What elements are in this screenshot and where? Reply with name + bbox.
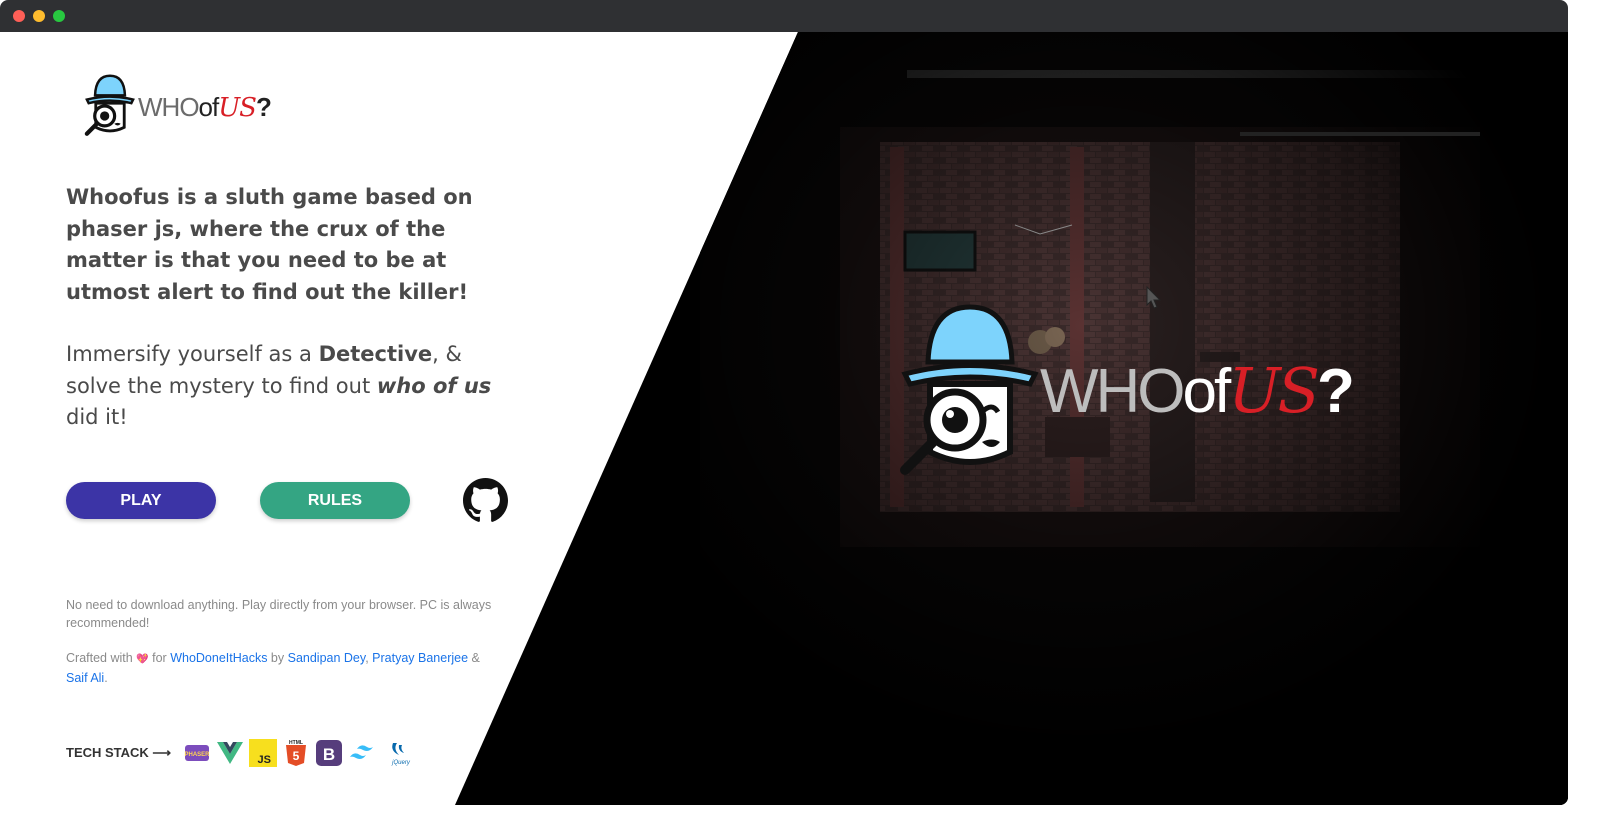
download-note: No need to download anything. Play direc… — [66, 598, 492, 630]
svg-text:5: 5 — [293, 749, 300, 763]
html5-icon: HTML 5 — [286, 740, 307, 766]
tech-stack: TECH STACK ⟶ PHASER JS HTML 5 B jQuery — [66, 739, 420, 767]
author-link-pratyay[interactable]: Pratyay Banerjee — [372, 651, 468, 665]
game-tagline: Immersify yourself as a Detective, & sol… — [66, 339, 516, 434]
jquery-icon: jQuery — [391, 743, 411, 766]
author-link-sandipan[interactable]: Sandipan Dey — [288, 651, 366, 665]
game-description: Whoofus is a sluth game based on phaser … — [66, 185, 473, 304]
credits-prefix: Crafted with — [66, 651, 133, 665]
tagline-suffix: did it! — [66, 405, 128, 429]
brand-who: WHO — [1040, 357, 1186, 426]
brand-of: of — [1182, 357, 1232, 426]
credits-end: . — [104, 671, 108, 685]
brand-question: ? — [255, 92, 272, 122]
browser-window: WHOofUS? WHOofUS? Whoofus is a sluth gam… — [0, 0, 1568, 805]
credits-amp: & — [468, 651, 480, 665]
bootstrap-text: B — [323, 745, 335, 764]
brand-who: WHO — [138, 92, 200, 122]
brand-us: US — [218, 93, 257, 123]
mouse-cursor-icon — [1146, 286, 1162, 309]
bootstrap-icon: B — [316, 740, 343, 766]
phaser-text: PHASER — [185, 752, 211, 758]
window-titlebar — [0, 0, 1568, 32]
hero-wordmark: WHOofUS? — [1040, 354, 1355, 427]
jquery-text: jQuery — [391, 760, 411, 766]
tagline-prefix: Immersify yourself as a — [66, 342, 319, 366]
heart-icon: 💖 — [136, 654, 149, 665]
tagline-who-of-us: who of us — [376, 373, 492, 398]
github-icon[interactable] — [463, 478, 508, 523]
credits-for: for — [148, 651, 171, 665]
header-wordmark: WHOofUS? — [138, 92, 272, 123]
header-logo[interactable]: WHOofUS? — [80, 74, 280, 138]
detective-mascot-icon — [900, 304, 1039, 475]
rules-button[interactable]: RULES — [260, 482, 410, 519]
detective-mascot-icon — [84, 74, 135, 136]
hero-logo: WHOofUS? — [900, 302, 1370, 482]
maximize-window-button[interactable] — [53, 10, 65, 22]
brand-of: of — [198, 92, 220, 122]
credits: Crafted with 💖 for WhoDoneItHacks by San… — [66, 649, 496, 687]
brand-us: US — [1228, 354, 1320, 427]
close-window-button[interactable] — [13, 10, 25, 22]
page-content: WHOofUS? WHOofUS? Whoofus is a sluth gam… — [0, 32, 1568, 805]
author-link-saif[interactable]: Saif Ali — [66, 671, 104, 685]
tagline-detective: Detective — [318, 342, 433, 366]
brand-question: ? — [1316, 357, 1355, 426]
play-button[interactable]: PLAY — [66, 482, 216, 519]
vue-icon — [217, 742, 244, 764]
tailwind-icon — [350, 745, 374, 759]
credits-by: by — [267, 651, 288, 665]
phaser-icon: PHASER — [185, 745, 211, 761]
js-text: JS — [258, 754, 271, 766]
event-link[interactable]: WhoDoneItHacks — [170, 651, 267, 665]
javascript-icon: JS — [249, 739, 278, 767]
minimize-window-button[interactable] — [33, 10, 45, 22]
tech-stack-label: TECH STACK ⟶ — [66, 745, 172, 760]
